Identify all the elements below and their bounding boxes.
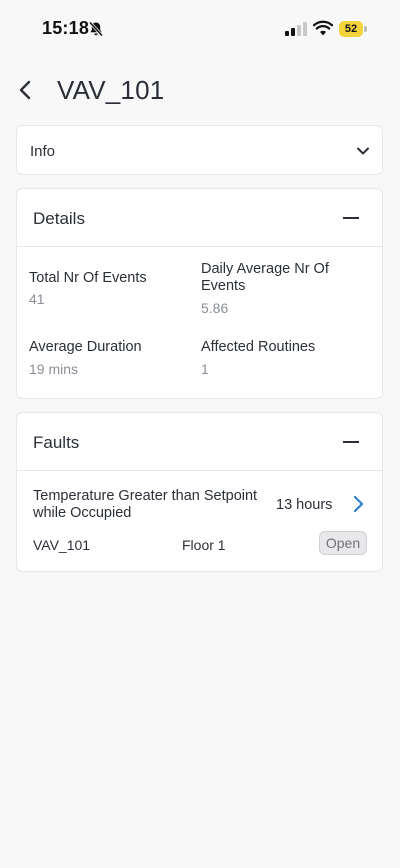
page-title: VAV_101 — [57, 75, 165, 105]
info-label: Info — [30, 143, 56, 160]
daily-average-value: 5.86 — [201, 300, 229, 316]
status-time: 15:18 — [42, 18, 90, 38]
affected-routines-value: 1 — [201, 361, 209, 377]
chevron-right-icon[interactable] — [352, 495, 364, 513]
faults-header: Faults — [17, 413, 382, 471]
minus-icon[interactable] — [342, 209, 360, 227]
faults-title: Faults — [33, 433, 80, 452]
signal-icon — [285, 22, 307, 36]
total-events-label: Total Nr Of Events — [29, 270, 147, 286]
fault-title: Temperature Greater than Setpoint while … — [33, 488, 258, 521]
bell-slash-icon — [88, 21, 104, 37]
fault-list-item[interactable]: Temperature Greater than Setpoint while … — [17, 471, 382, 571]
affected-routines-label: Affected Routines — [201, 339, 316, 355]
faults-card: Faults Temperature Greater than Setpoint… — [16, 412, 383, 572]
fault-duration: 13 hours — [276, 497, 333, 513]
average-duration-label: Average Duration — [29, 339, 142, 355]
daily-average-label: Daily Average Nr Of Events — [201, 261, 329, 294]
header: VAV_101 — [0, 70, 400, 110]
chevron-down-icon[interactable] — [356, 144, 370, 158]
status-badge: Open — [319, 531, 367, 555]
battery-tip — [364, 26, 367, 32]
info-card[interactable]: Info — [16, 125, 383, 175]
details-header: Details — [17, 189, 382, 247]
fault-details-screen: 15:18 52 VAV_101 Info Details Total Nr O… — [0, 0, 400, 868]
fault-device: VAV_101 — [33, 537, 91, 553]
minus-icon[interactable] — [342, 433, 360, 451]
average-duration-value: 19 mins — [29, 361, 79, 377]
details-card: Details Total Nr Of Events 41 Daily Aver… — [16, 188, 383, 399]
wifi-icon — [313, 20, 333, 36]
battery-level: 52 — [339, 21, 363, 37]
total-events-value: 41 — [29, 291, 45, 307]
fault-floor: Floor 1 — [182, 537, 226, 553]
chevron-left-icon[interactable] — [16, 78, 36, 102]
battery-icon: 52 — [339, 21, 367, 37]
details-title: Details — [33, 209, 85, 228]
status-bar: 15:18 52 — [0, 0, 400, 60]
